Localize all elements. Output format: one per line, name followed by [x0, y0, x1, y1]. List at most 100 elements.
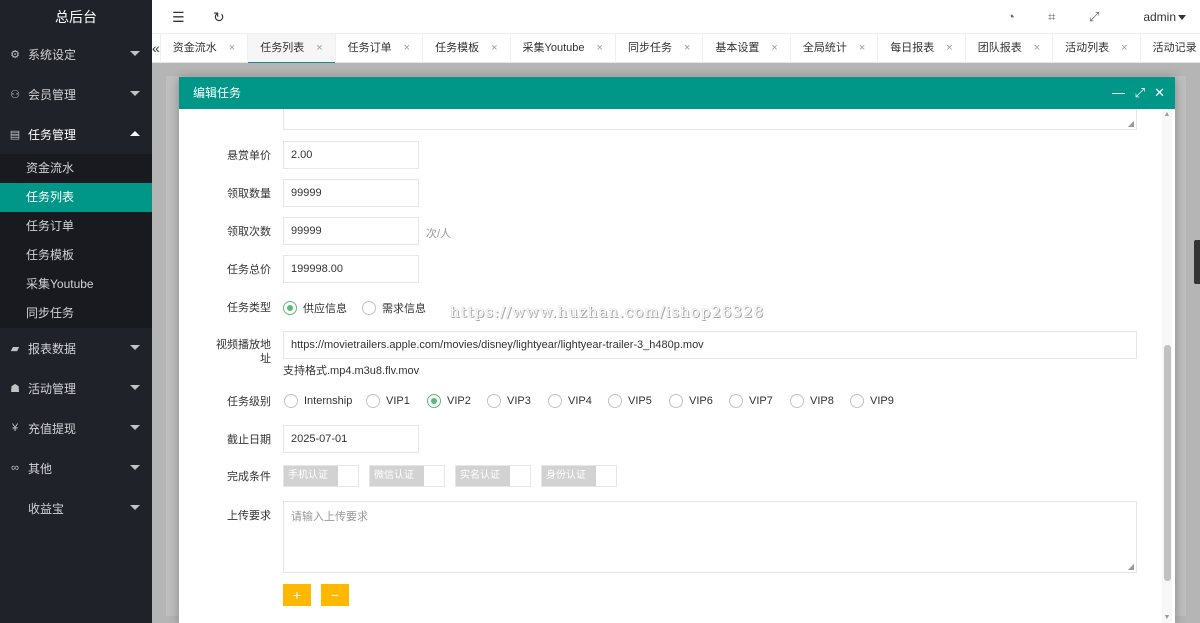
sidebar-item-system[interactable]: ⚙ 系统设定	[0, 34, 152, 74]
scroll-down-icon[interactable]: ▼	[1162, 614, 1172, 621]
close-icon[interactable]: ×	[684, 42, 690, 54]
level-vip8-radio[interactable]: VIP8	[790, 394, 834, 408]
tab-task-templates[interactable]: 任务模板 ×	[423, 34, 511, 63]
tab-team-report[interactable]: 团队报表 ×	[966, 34, 1054, 63]
sidebar-subitem-fund-flow[interactable]: 资金流水	[0, 154, 152, 183]
close-icon[interactable]: ×	[1034, 42, 1040, 54]
user-menu[interactable]: admin	[1143, 10, 1176, 24]
level-internship-radio[interactable]: Internship	[284, 394, 352, 408]
level-vip7-radio[interactable]: VIP7	[729, 394, 773, 408]
tab-task-orders[interactable]: 任务订单 ×	[336, 34, 424, 63]
sidebar-subitem-task-templates[interactable]: 任务模板	[0, 241, 152, 270]
sidebar-item-label: 其他	[28, 461, 53, 476]
minimize-icon[interactable]: —	[1112, 77, 1125, 109]
upload-req-label: 上传要求	[227, 510, 271, 522]
realname-verify-switch[interactable]: 实名认证	[455, 465, 531, 487]
close-icon[interactable]: ×	[946, 42, 952, 54]
tab-basic-settings[interactable]: 基本设置 ×	[703, 34, 791, 63]
tab-activity-records[interactable]: 活动记录	[1141, 34, 1200, 63]
wechat-verify-switch[interactable]: 微信认证	[369, 465, 445, 487]
side-widget[interactable]	[1194, 240, 1200, 284]
claim-times-unit: 次/人	[426, 228, 452, 240]
yen-icon: ¥	[11, 422, 19, 434]
sidebar-item-members[interactable]: ⚇ 会员管理	[0, 74, 152, 114]
page-tabs: « 资金流水 × 任务列表 × 任务订单 × 任务模板 × 采集Youtube × 同步任…	[152, 34, 1200, 64]
logo: 总后台	[0, 0, 152, 34]
sidebar-subitem-task-orders[interactable]: 任务订单	[0, 212, 152, 241]
video-url-input[interactable]: https://movietrailers.apple.com/movies/d…	[283, 331, 1137, 359]
close-icon[interactable]: ×	[597, 42, 603, 54]
maximize-icon[interactable]: ⤢	[1135, 77, 1145, 109]
close-icon[interactable]: ×	[491, 42, 497, 54]
sidebar-item-activities[interactable]: ☗ 活动管理	[0, 368, 152, 408]
scroll-thumb[interactable]	[1164, 345, 1171, 581]
level-vip5-radio[interactable]: VIP5	[608, 394, 652, 408]
sidebar-item-label: 收益宝	[28, 501, 65, 516]
task-type-demand-radio[interactable]: 需求信息	[362, 300, 426, 316]
watermark: https://www.huzhan.com/ishop26328	[450, 303, 765, 321]
tag-icon[interactable]: ⌗	[1048, 9, 1055, 25]
tab-youtube[interactable]: 采集Youtube ×	[511, 34, 616, 63]
sidebar-subitem-youtube[interactable]: 采集Youtube	[0, 270, 152, 299]
total-price-label: 任务总价	[227, 264, 271, 276]
level-vip6-radio[interactable]: VIP6	[669, 394, 713, 408]
tab-task-list[interactable]: 任务列表 ×	[248, 34, 336, 64]
claim-times-input[interactable]: 99999	[283, 217, 419, 245]
scroll-up-icon[interactable]: ▲	[1162, 111, 1172, 118]
identity-verify-switch[interactable]: 身份认证	[541, 465, 617, 487]
theme-icon[interactable]: ◔	[1007, 9, 1015, 24]
level-vip3-radio[interactable]: VIP3	[487, 394, 531, 408]
resize-handle-icon[interactable]: ◢	[1128, 562, 1134, 571]
resize-handle-icon[interactable]: ◢	[1128, 119, 1134, 128]
sidebar-item-earnings[interactable]: 收益宝	[0, 488, 152, 528]
modal-header: 编辑任务 — ⤢ ✕	[179, 77, 1175, 109]
sidebar-subitem-task-list[interactable]: 任务列表	[0, 183, 152, 212]
close-icon[interactable]: ×	[1121, 42, 1127, 54]
tab-daily-report[interactable]: 每日报表 ×	[878, 34, 966, 63]
claim-quantity-input[interactable]: 99999	[283, 179, 419, 207]
close-icon[interactable]: ×	[771, 42, 777, 54]
phone-verify-switch[interactable]: 手机认证	[283, 465, 359, 487]
refresh-icon[interactable]: ↻	[213, 9, 225, 26]
chevron-down-icon	[130, 51, 140, 56]
menu-toggle-icon[interactable]: ☰	[172, 9, 185, 26]
tab-activity-list[interactable]: 活动列表 ×	[1053, 34, 1141, 63]
close-icon[interactable]: ×	[859, 42, 865, 54]
sidebar-subitem-sync[interactable]: 同步任务	[0, 299, 152, 328]
total-price-input[interactable]: 199998.00	[283, 255, 419, 283]
close-icon[interactable]: ×	[316, 42, 322, 54]
edit-task-modal: 编辑任务 — ⤢ ✕ ◢ 悬赏单价 2.00 领取数量 99999 领取次数 9…	[179, 77, 1175, 623]
tab-fund-flow[interactable]: 资金流水 ×	[161, 34, 249, 63]
add-button[interactable]: +	[283, 584, 311, 606]
level-vip1-radio[interactable]: VIP1	[366, 394, 410, 408]
tab-sync[interactable]: 同步任务 ×	[616, 34, 704, 63]
tab-global-stats[interactable]: 全局统计 ×	[791, 34, 879, 63]
task-type-supply-radio[interactable]: 供应信息	[283, 300, 347, 316]
sidebar-item-recharge[interactable]: ¥ 充值提现	[0, 408, 152, 448]
level-vip2-radio[interactable]: VIP2	[427, 394, 471, 408]
reward-price-input[interactable]: 2.00	[283, 141, 419, 169]
sidebar-item-tasks[interactable]: ▤ 任务管理	[0, 114, 152, 154]
level-vip4-radio[interactable]: VIP4	[548, 394, 592, 408]
modal-body: ◢ 悬赏单价 2.00 领取数量 99999 领取次数 99999 次/人 任务…	[179, 109, 1175, 623]
deadline-input[interactable]: 2025-07-01	[283, 425, 419, 453]
sidebar-item-label: 活动管理	[28, 381, 77, 396]
modal-title: 编辑任务	[193, 86, 242, 100]
sidebar-item-other[interactable]: ∞ 其他	[0, 448, 152, 488]
fullscreen-icon[interactable]: ⤢	[1089, 9, 1099, 25]
upload-req-textarea[interactable]: 请输入上传要求 ◢	[283, 501, 1137, 573]
sidebar-item-label: 系统设定	[28, 47, 77, 62]
remove-button[interactable]: −	[321, 584, 349, 606]
modal-scrollbar[interactable]: ▲ ▼	[1162, 109, 1172, 623]
description-textarea[interactable]: ◢	[283, 109, 1137, 130]
close-icon[interactable]: ×	[229, 42, 235, 54]
level-vip9-radio[interactable]: VIP9	[850, 394, 894, 408]
close-icon[interactable]: ✕	[1154, 77, 1165, 109]
claim-times-label: 领取次数	[227, 226, 271, 238]
book-icon: ▰	[10, 342, 20, 355]
sidebar-item-label: 任务管理	[28, 127, 77, 142]
video-url-label: 视频播放地 址	[216, 339, 271, 365]
close-icon[interactable]: ×	[404, 42, 410, 54]
tabs-prev-icon[interactable]: «	[152, 34, 161, 63]
sidebar-item-reports[interactable]: ▰ 报表数据	[0, 328, 152, 368]
